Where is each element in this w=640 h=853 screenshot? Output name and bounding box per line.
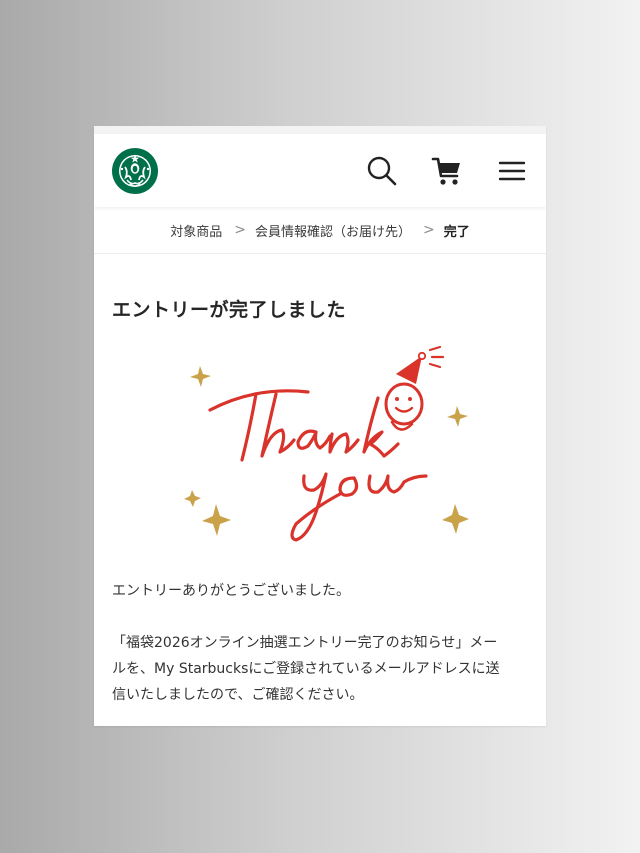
sparkle-icon bbox=[184, 366, 469, 536]
starbucks-logo-icon[interactable] bbox=[111, 147, 159, 195]
page-title: エントリーが完了しました bbox=[112, 299, 347, 321]
breadcrumb-separator: > bbox=[234, 222, 246, 238]
breadcrumb-step-member-info[interactable]: 会員情報確認（お届け先） bbox=[255, 221, 411, 240]
main-content: エントリーが完了しました エントリーありがとうございました。 「福袋2026オン… bbox=[94, 295, 546, 708]
thank-you-illustration bbox=[164, 344, 484, 554]
search-button[interactable] bbox=[362, 151, 402, 191]
breadcrumb-separator: > bbox=[423, 222, 435, 238]
cart-button[interactable] bbox=[427, 151, 467, 191]
email-notice: 「福袋2026オンライン抽選エントリー完了のお知らせ」メー ルを、My Star… bbox=[112, 630, 528, 708]
menu-icon bbox=[498, 161, 526, 181]
search-icon bbox=[367, 156, 397, 186]
page-card: 対象商品 > 会員情報確認（お届け先） > 完了 エントリーが完了しました エン… bbox=[94, 126, 546, 726]
email-notice-line: 信いたしましたので、ご確認ください。 bbox=[112, 687, 364, 703]
menu-button[interactable] bbox=[492, 151, 532, 191]
email-notice-line: 「福袋2026オンライン抽選エントリー完了のお知らせ」メー bbox=[112, 635, 498, 651]
breadcrumb-step-complete: 完了 bbox=[443, 224, 470, 240]
email-notice-line: ルを、My Starbucksにご登録されているメールアドレスに送 bbox=[112, 661, 500, 677]
breadcrumb: 対象商品 > 会員情報確認（お届け先） > 完了 bbox=[94, 207, 546, 254]
breadcrumb-step-products[interactable]: 対象商品 bbox=[170, 221, 222, 240]
site-header bbox=[94, 134, 546, 207]
thanks-message: エントリーありがとうございました。 bbox=[112, 583, 350, 599]
top-strip bbox=[94, 126, 546, 134]
cart-icon bbox=[431, 157, 460, 185]
party-character-icon bbox=[384, 345, 445, 431]
